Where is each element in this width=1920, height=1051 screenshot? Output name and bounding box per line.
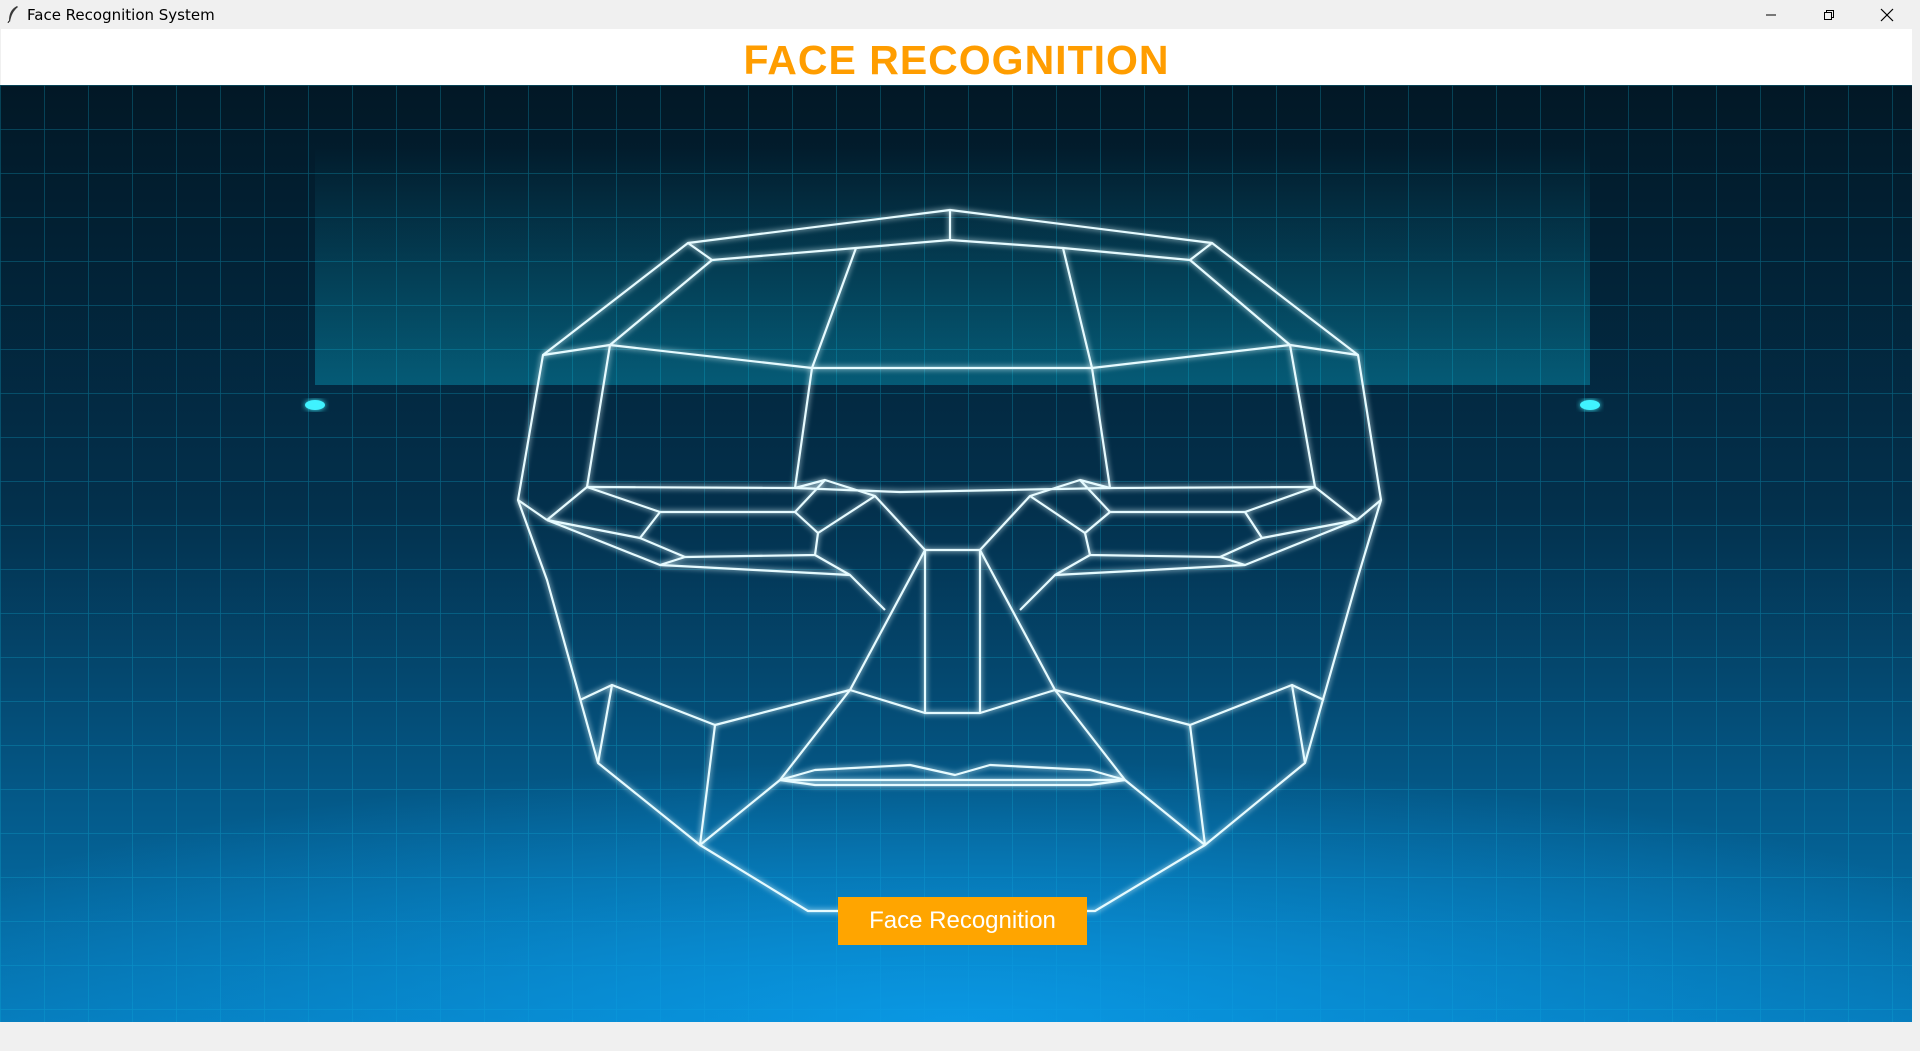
minimize-button[interactable] bbox=[1742, 0, 1800, 29]
face-wireframe-image bbox=[0, 85, 1912, 1022]
background-canvas: Face Recognition bbox=[0, 85, 1912, 1022]
minimize-icon bbox=[1766, 14, 1776, 15]
title-bar: Face Recognition System bbox=[0, 0, 1920, 29]
header-bar: FACE RECOGNITION bbox=[1, 29, 1912, 85]
window-bottom-edge bbox=[0, 1022, 1920, 1051]
window-title: Face Recognition System bbox=[27, 6, 215, 24]
page-title: FACE RECOGNITION bbox=[743, 37, 1170, 83]
feather-icon bbox=[7, 6, 18, 23]
window-edge bbox=[1912, 29, 1920, 1022]
restore-icon bbox=[1824, 9, 1834, 20]
close-icon bbox=[1880, 8, 1894, 21]
close-button[interactable] bbox=[1858, 0, 1916, 29]
face-recognition-button[interactable]: Face Recognition bbox=[838, 897, 1087, 945]
maximize-button[interactable] bbox=[1800, 0, 1858, 29]
